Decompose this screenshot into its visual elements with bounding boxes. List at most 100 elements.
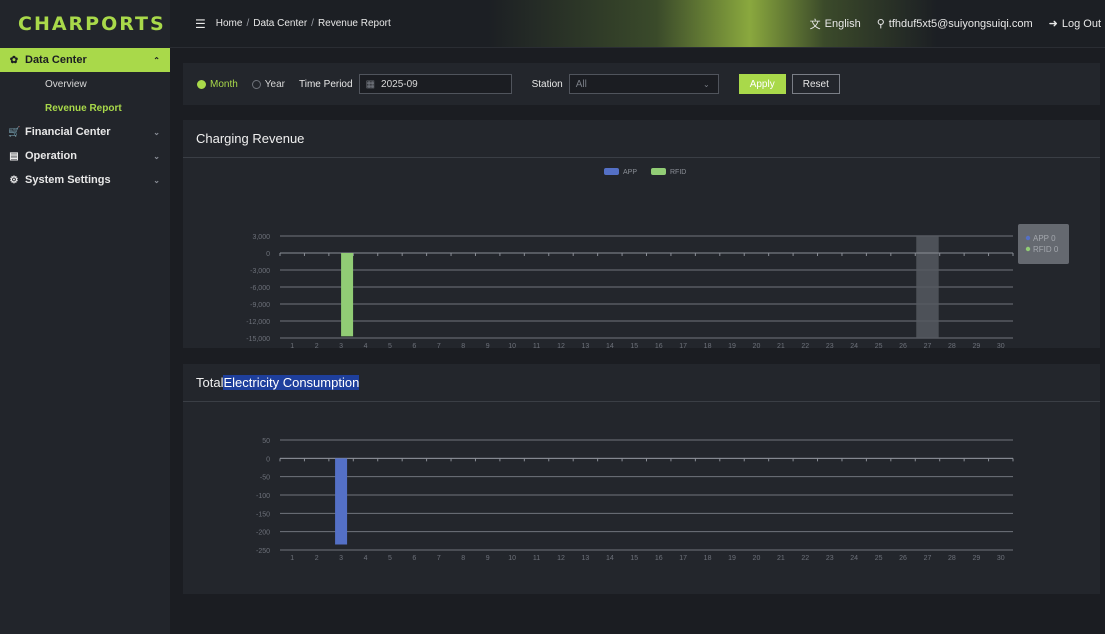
x-tick-label: 6: [412, 555, 416, 562]
breadcrumb: Home / Data Center / Revenue Report: [216, 18, 391, 29]
x-tick-label: 7: [437, 555, 441, 562]
x-tick-label: 22: [801, 343, 809, 348]
y-tick-label: -150: [256, 511, 270, 518]
x-tick-label: 26: [899, 555, 907, 562]
x-tick-label: 15: [630, 555, 638, 562]
y-tick-label: -100: [256, 493, 270, 500]
x-tick-label: 24: [850, 343, 858, 348]
y-tick-label: -9,000: [250, 302, 270, 309]
x-tick-label: 21: [777, 555, 785, 562]
time-period-value: 2025-09: [381, 78, 418, 90]
x-tick-label: 12: [557, 555, 565, 562]
legend-swatch: [604, 168, 619, 175]
x-tick-label: 10: [508, 343, 516, 348]
time-period-picker[interactable]: ▦ 2025-09: [358, 74, 512, 94]
sidebar-group-data-center[interactable]: ✿ Data Center ⌃: [0, 48, 170, 72]
y-tick-label: -15,000: [246, 336, 270, 343]
x-tick-label: 30: [997, 343, 1005, 348]
station-value: All: [575, 78, 587, 90]
x-tick-label: 23: [826, 555, 834, 562]
user-account[interactable]: ⚲ tfhduf5xt5@suiyongsuiqi.com: [876, 17, 1033, 31]
sidebar-group-financial-center[interactable]: 🛒 Financial Center ⌄: [0, 120, 170, 144]
y-tick-label: 3,000: [252, 234, 270, 241]
x-tick-label: 24: [850, 555, 858, 562]
x-tick-label: 12: [557, 343, 565, 348]
menu-toggle-icon[interactable]: ☰: [195, 17, 206, 31]
x-tick-label: 17: [679, 555, 687, 562]
hover-band: [916, 236, 939, 338]
legend-label: RFID: [670, 169, 686, 176]
radio-month[interactable]: Month: [197, 79, 238, 90]
apply-button[interactable]: Apply: [738, 74, 786, 94]
x-tick-label: 4: [364, 555, 368, 562]
x-tick-label: 2: [315, 555, 319, 562]
panel-title-text: Total: [196, 375, 224, 390]
breadcrumb-home[interactable]: Home: [216, 18, 243, 29]
x-tick-label: 21: [777, 343, 785, 348]
sidebar-group-operation[interactable]: ▤ Operation ⌄: [0, 144, 170, 168]
x-tick-label: 29: [972, 555, 980, 562]
panel-title-highlight: Electricity Consumption: [223, 375, 360, 390]
x-tick-label: 27: [924, 343, 932, 348]
y-tick-label: -3,000: [250, 268, 270, 275]
x-tick-label: 16: [655, 343, 663, 348]
sidebar-item-overview[interactable]: Overview: [0, 72, 170, 96]
monitor-icon: ▤: [9, 150, 19, 162]
legend-label: APP: [623, 169, 637, 176]
sidebar-item-revenue-report[interactable]: Revenue Report: [0, 96, 170, 120]
logout-icon: ➜: [1048, 18, 1058, 30]
tooltip-text: APP 0: [1033, 234, 1056, 243]
sidebar-group-system-settings[interactable]: ⚙ System Settings ⌄: [0, 168, 170, 192]
x-tick-label: 18: [704, 343, 712, 348]
breadcrumb-data-center[interactable]: Data Center: [253, 18, 307, 29]
electricity-consumption-panel: Total Electricity Consumption 50 0 -50 -100…: [183, 364, 1100, 594]
reset-button[interactable]: Reset: [791, 74, 840, 94]
breadcrumb-revenue-report: Revenue Report: [317, 18, 391, 29]
tooltip-text: RFID 0: [1033, 245, 1059, 254]
x-tick-label: 11: [533, 555, 540, 562]
x-tick-label: 1: [290, 343, 294, 348]
radio-dot: [251, 79, 261, 89]
breadcrumb-separator: /: [246, 18, 250, 29]
bar-value: [335, 458, 348, 545]
charging-revenue-chart[interactable]: 3,0000-3,000-6,000-9,000-12,000-15,0001 2…: [183, 158, 1100, 350]
language-label: English: [824, 17, 861, 30]
x-tick-label: 27: [924, 555, 932, 562]
logo: CHARPORTS: [18, 13, 166, 35]
logout-label: Log Out: [1061, 17, 1101, 30]
filter-bar: Month Year Time Period ▦ 2025-09 Station…: [183, 63, 1100, 105]
chevron-down-icon: ⌄: [153, 151, 160, 161]
y-tick-label: -12,000: [246, 319, 270, 326]
sidebar-group-label: Financial Center: [25, 126, 111, 138]
x-tick-label: 20: [753, 555, 761, 562]
bar-rfid: [341, 253, 354, 337]
breadcrumb-separator: /: [311, 18, 314, 29]
x-tick-label: 11: [533, 343, 540, 348]
x-tick-label: 14: [606, 343, 614, 348]
x-tick-label: 10: [508, 555, 516, 562]
radio-label: Year: [264, 78, 286, 90]
calendar-icon: ▦: [365, 78, 376, 90]
sidebar-group-label: System Settings: [25, 174, 111, 186]
x-tick-label: 1: [290, 555, 294, 562]
logout-button[interactable]: ➜ Log Out: [1048, 17, 1101, 31]
language-switcher[interactable]: 文 English: [810, 16, 861, 32]
x-tick-label: 3: [339, 555, 343, 562]
x-tick-label: 30: [997, 555, 1005, 562]
user-icon: ⚲: [876, 18, 885, 30]
x-tick-label: 9: [486, 555, 490, 562]
y-tick-label: -50: [260, 475, 270, 482]
x-tick-label: 28: [948, 343, 956, 348]
radio-year[interactable]: Year: [251, 78, 286, 90]
x-tick-label: 25: [875, 555, 883, 562]
gear-icon: ⚙: [9, 174, 19, 186]
x-tick-label: 4: [364, 343, 368, 348]
y-tick-label: -6,000: [250, 285, 270, 292]
x-tick-label: 19: [728, 555, 736, 562]
station-select[interactable]: All ⌄: [568, 74, 719, 94]
tooltip-marker: [1025, 246, 1031, 252]
electricity-consumption-chart[interactable]: 500-50-100-150-200-2501 2 3 4 5 6 7 8 9 10 11 12 13 1…: [183, 402, 1100, 594]
x-tick-label: 8: [461, 343, 465, 348]
chevron-up-icon: ⌃: [153, 55, 160, 65]
y-tick-label: 0: [266, 251, 270, 258]
